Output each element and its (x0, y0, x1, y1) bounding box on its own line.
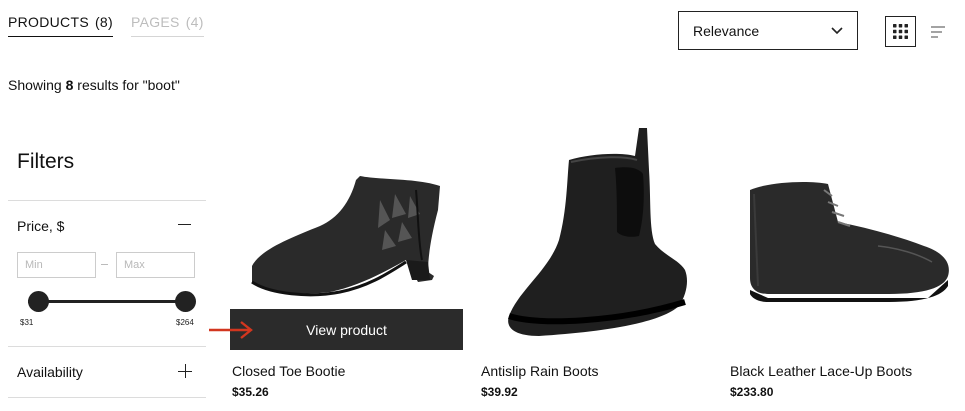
results-prefix: Showing (8, 77, 66, 93)
price-slider-max-handle[interactable] (175, 291, 196, 312)
arrow-right-icon (209, 321, 253, 339)
view-product-label: View product (306, 321, 387, 338)
product-price: $39.92 (481, 385, 518, 399)
price-min-input[interactable] (17, 252, 96, 278)
range-dash (101, 264, 108, 265)
result-tabs: PRODUCTS (8) PAGES (4) (8, 14, 204, 37)
slider-max-label: $264 (176, 318, 194, 327)
availability-filter-label: Availability (17, 364, 83, 380)
filters-title: Filters (17, 150, 75, 173)
price-slider-track[interactable] (28, 300, 186, 303)
sort-lines-icon (931, 26, 945, 38)
expand-plus-icon[interactable] (178, 364, 192, 378)
price-filter-label: Price, $ (17, 218, 65, 234)
view-product-button[interactable]: View product (230, 309, 463, 350)
grid-icon (893, 24, 908, 39)
filters-divider (8, 346, 206, 347)
filters-divider (8, 200, 206, 201)
collapse-minus-icon[interactable] (178, 224, 191, 225)
product-name[interactable]: Black Leather Lace-Up Boots (730, 363, 912, 379)
product-name[interactable]: Closed Toe Bootie (232, 363, 345, 379)
tab-pages[interactable]: PAGES (4) (130, 14, 204, 37)
product-name[interactable]: Antislip Rain Boots (481, 363, 599, 379)
tab-pages-count: (4) (185, 14, 204, 30)
lace-up-boot-image[interactable] (728, 110, 962, 350)
chevron-down-icon (831, 26, 843, 34)
list-view-button[interactable] (928, 22, 948, 42)
sort-selected-value: Relevance (693, 22, 760, 39)
tab-products-count: (8) (94, 14, 113, 30)
price-slider-min-handle[interactable] (28, 291, 49, 312)
chelsea-rain-boot-image[interactable] (479, 110, 713, 350)
grid-view-button[interactable] (885, 16, 916, 47)
filters-divider (8, 397, 206, 398)
price-max-input[interactable] (116, 252, 195, 278)
tab-products-label: PRODUCTS (8, 14, 89, 30)
product-price: $233.80 (730, 385, 774, 399)
tab-products[interactable]: PRODUCTS (8) (8, 14, 113, 37)
slider-min-label: $31 (20, 318, 34, 327)
results-summary: Showing 8 results for "boot" (8, 77, 180, 93)
results-suffix: results for "boot" (73, 77, 180, 93)
tab-pages-label: PAGES (130, 14, 180, 30)
product-price: $35.26 (232, 385, 269, 399)
sort-dropdown[interactable]: Relevance (678, 11, 858, 50)
